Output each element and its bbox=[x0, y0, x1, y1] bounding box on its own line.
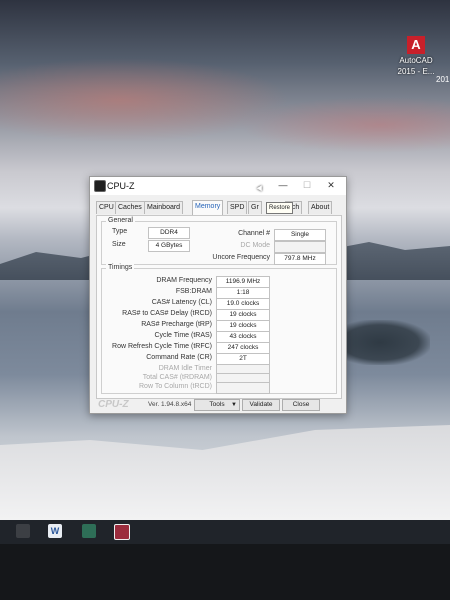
timing-label: Command Rate (CR) bbox=[146, 354, 212, 361]
tools-button[interactable]: Tools ▼ bbox=[194, 399, 240, 411]
version-text: Ver. 1.94.8.x64 bbox=[148, 401, 192, 408]
timing-label: Cycle Time (tRAS) bbox=[154, 332, 212, 339]
timing-label-disabled: Row To Column (tRCD) bbox=[139, 383, 212, 390]
size-label: Size bbox=[112, 241, 126, 248]
timing-label: RAS# Precharge (tRP) bbox=[141, 321, 212, 328]
edge-icon-label[interactable]: 201 bbox=[436, 75, 449, 84]
cpuz-taskbar-icon[interactable] bbox=[114, 524, 130, 540]
tools-button-label: Tools bbox=[209, 401, 225, 408]
autocad-icon-label-1: AutoCAD bbox=[399, 56, 433, 65]
autocad-icon: A bbox=[407, 36, 425, 54]
tab-memory[interactable]: Memory bbox=[192, 200, 224, 215]
timing-label: DRAM Frequency bbox=[156, 277, 212, 284]
type-label: Type bbox=[112, 228, 128, 235]
timing-label-disabled: DRAM Idle Timer bbox=[158, 365, 212, 372]
minimize-button[interactable]: — bbox=[272, 179, 294, 192]
cpuz-window: CPU-Z — ☐ ✕ CPU Caches Mainboard Memory … bbox=[89, 176, 347, 414]
timing-value-disabled bbox=[216, 382, 270, 394]
window-footer: CPU-Z Ver. 1.94.8.x64 Tools ▼ Validate C… bbox=[96, 399, 340, 411]
dc-mode-label: DC Mode bbox=[240, 242, 270, 249]
maximize-button[interactable]: ☐ bbox=[296, 179, 318, 192]
window-title: CPU-Z bbox=[107, 181, 135, 191]
word-taskbar-icon[interactable]: W bbox=[48, 524, 62, 538]
timings-group: Timings DRAM Frequency 1196.9 MHz FSB:DR… bbox=[101, 264, 337, 394]
close-button[interactable]: Close bbox=[282, 399, 320, 411]
uncore-value: 797.8 MHz bbox=[274, 253, 326, 265]
type-value: DDR4 bbox=[148, 227, 190, 239]
dc-mode-value bbox=[274, 241, 326, 253]
title-bar[interactable]: CPU-Z — ☐ ✕ bbox=[90, 177, 346, 195]
autocad-desktop-icon[interactable]: A AutoCAD 2015 - E... bbox=[392, 36, 440, 76]
timing-label: Row Refresh Cycle Time (tRFC) bbox=[112, 343, 212, 350]
tab-spd[interactable]: SPD bbox=[227, 201, 248, 214]
tab-graphics[interactable]: Gr bbox=[248, 201, 262, 214]
general-group: General Type DDR4 Size 4 GBytes Channel … bbox=[101, 217, 337, 265]
timing-label: RAS# to CAS# Delay (tRCD) bbox=[122, 310, 212, 317]
memory-panel: General Type DDR4 Size 4 GBytes Channel … bbox=[96, 215, 342, 399]
validate-button[interactable]: Validate bbox=[242, 399, 280, 411]
tab-about[interactable]: About bbox=[308, 201, 333, 214]
uncore-label: Uncore Frequency bbox=[212, 254, 270, 261]
timing-label-disabled: Total CAS# (tRDRAM) bbox=[142, 374, 212, 381]
timing-label: FSB:DRAM bbox=[175, 288, 212, 295]
autocad-icon-label-2: 2015 - E... bbox=[397, 67, 435, 76]
monitor-bezel bbox=[0, 544, 450, 600]
size-value: 4 GBytes bbox=[148, 240, 190, 252]
tab-mainboard[interactable]: Mainboard bbox=[144, 201, 184, 214]
tab-cpu[interactable]: CPU bbox=[96, 201, 117, 214]
store-taskbar-icon[interactable] bbox=[16, 524, 30, 538]
channel-label: Channel # bbox=[238, 230, 270, 237]
general-group-title: General bbox=[106, 217, 135, 224]
taskbar: W bbox=[0, 520, 450, 544]
restore-tooltip: Restore bbox=[266, 202, 294, 214]
app-taskbar-icon[interactable] bbox=[82, 524, 96, 538]
cpuz-app-icon bbox=[94, 180, 106, 192]
tab-caches[interactable]: Caches bbox=[115, 201, 145, 214]
close-window-button[interactable]: ✕ bbox=[320, 179, 342, 192]
tab-strip: CPU Caches Mainboard Memory SPD Gr nch A… bbox=[96, 200, 340, 215]
chevron-down-icon: ▼ bbox=[231, 402, 237, 408]
channel-value: Single bbox=[274, 229, 326, 241]
timing-label: CAS# Latency (CL) bbox=[151, 299, 212, 306]
timings-group-title: Timings bbox=[106, 264, 135, 271]
cpuz-logo: CPU-Z bbox=[98, 399, 129, 410]
